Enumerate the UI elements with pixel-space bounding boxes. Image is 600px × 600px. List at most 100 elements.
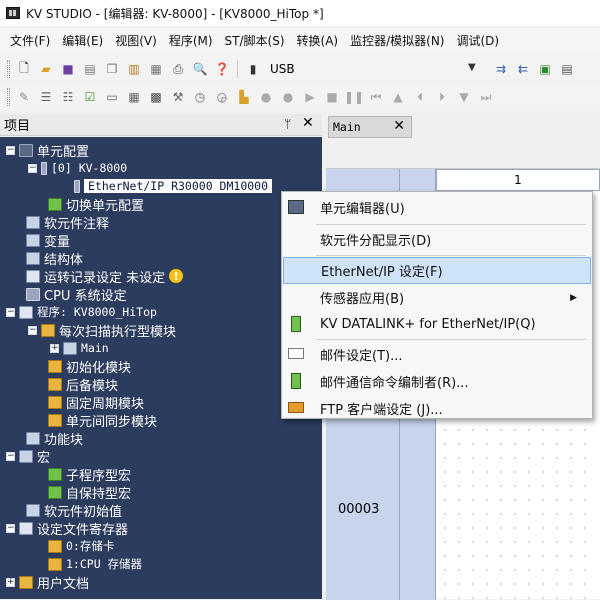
- tree-item-storage-card[interactable]: 0:存储卡: [48, 537, 114, 555]
- rewind-icon[interactable]: ⏮: [367, 88, 385, 106]
- tree-item-cpu-memory[interactable]: 1:CPU 存储器: [48, 555, 142, 573]
- menu-item-ethernet-ip-settings[interactable]: EtherNet/IP 设定(F): [283, 257, 591, 284]
- list-icon[interactable]: ☰: [37, 88, 55, 106]
- tree-item-program[interactable]: − 程序: KV8000_HiTop: [6, 303, 157, 321]
- menu-st-script[interactable]: ST/脚本(S): [219, 32, 291, 49]
- tree-item-device-comment[interactable]: 软元件注释: [26, 213, 110, 232]
- stop-icon[interactable]: ■: [323, 88, 341, 106]
- tree-item-label: 设定文件寄存器: [37, 522, 129, 538]
- collapse-icon[interactable]: −: [6, 523, 15, 533]
- paste-icon[interactable]: ▥: [125, 60, 143, 78]
- collapse-icon[interactable]: −: [6, 307, 15, 317]
- collapse-icon[interactable]: −: [28, 163, 37, 173]
- tree-item-label: 程序: KV8000_HiTop: [37, 305, 157, 319]
- list-numbered-icon[interactable]: ☷: [59, 88, 77, 106]
- step-back-icon[interactable]: ⏴: [411, 88, 429, 106]
- menu-item-kv-datalink[interactable]: KV DATALINK+ for EtherNet/IP(Q): [283, 311, 591, 338]
- tree-item-file-register[interactable]: − 设定文件寄存器: [6, 519, 129, 538]
- chevron-down-icon[interactable]: ▼: [468, 62, 476, 73]
- toolbar-grip[interactable]: [7, 60, 10, 78]
- pin-icon[interactable]: ᛘ: [284, 117, 291, 131]
- step-down-icon[interactable]: ▼: [455, 88, 473, 106]
- tree-item-every-scan[interactable]: − 每次扫描执行型模块: [28, 321, 176, 340]
- fast-forward-icon[interactable]: ⏭: [477, 88, 495, 106]
- menu-item-device-allocation[interactable]: 软元件分配显示(D): [283, 226, 591, 253]
- tree-item-macro[interactable]: − 宏: [6, 447, 50, 466]
- device-icon[interactable]: ▩: [147, 88, 165, 106]
- new-file-icon[interactable]: 🗋: [15, 60, 33, 78]
- step-forward-icon[interactable]: ⏵: [433, 88, 451, 106]
- tree-item-structure[interactable]: 结构体: [26, 249, 83, 268]
- tree-item-run-record[interactable]: 运转记录设定 未设定 !: [26, 267, 184, 286]
- tree-item-main[interactable]: + Main: [50, 339, 109, 357]
- tree-item-self-hold-macro[interactable]: 自保持型宏: [48, 483, 131, 502]
- print-preview-icon[interactable]: ▦: [147, 60, 165, 78]
- tree-item-user-docs[interactable]: + 用户文档: [6, 573, 89, 592]
- menu-file[interactable]: 文件(F): [4, 32, 56, 49]
- print-icon[interactable]: ⎙: [169, 60, 187, 78]
- checklist-icon[interactable]: ☑: [81, 88, 99, 106]
- record-alt-icon[interactable]: ●: [279, 88, 297, 106]
- tree-item-init-module[interactable]: 初始化模块: [48, 357, 131, 376]
- zoom-icon[interactable]: 🔍: [191, 60, 209, 78]
- highlight-icon[interactable]: ▙: [235, 88, 253, 106]
- read-from-plc-icon[interactable]: ⇇: [514, 60, 532, 78]
- menu-view[interactable]: 视图(V): [109, 32, 163, 49]
- tree-item-variable[interactable]: 变量: [26, 231, 70, 250]
- play-icon[interactable]: ▶: [301, 88, 319, 106]
- tree-item-label: 软元件注释: [44, 216, 110, 232]
- connection-select[interactable]: USB: [270, 62, 295, 76]
- save-icon[interactable]: ■: [59, 60, 77, 78]
- menu-item-ftp-client[interactable]: FTP 客户端设定 (J)...: [283, 395, 591, 422]
- tree-item-unit-slot[interactable]: − [0] KV-8000: [28, 159, 127, 177]
- plc-icon[interactable]: ▮: [244, 60, 262, 78]
- close-icon[interactable]: ✕: [302, 115, 314, 131]
- timer-settings-icon[interactable]: ◶: [213, 88, 231, 106]
- tree-item-interunit-sync[interactable]: 单元间同步模块: [48, 411, 157, 430]
- timer-icon[interactable]: ◷: [191, 88, 209, 106]
- tree-item-label: 固定周期模块: [66, 396, 145, 412]
- tree-item-standby-module[interactable]: 后备模块: [48, 375, 118, 394]
- tool-icon[interactable]: ⚒: [169, 88, 187, 106]
- tree-item-fixed-period[interactable]: 固定周期模块: [48, 393, 145, 412]
- toolbar-grip[interactable]: [7, 88, 10, 106]
- tab-main[interactable]: Main ✕: [328, 116, 412, 138]
- close-icon[interactable]: ✕: [393, 118, 405, 134]
- menu-program[interactable]: 程序(M): [163, 32, 219, 49]
- verify-icon[interactable]: ▣: [536, 60, 554, 78]
- menu-item-sensor-app[interactable]: 传感器应用(B) ▶: [283, 284, 591, 311]
- edit-mode-icon[interactable]: ✎: [15, 88, 33, 106]
- tree-item-cpu-settings[interactable]: CPU 系统设定: [26, 285, 127, 304]
- monitor-icon[interactable]: ▤: [558, 60, 576, 78]
- tree-item-sub-macro[interactable]: 子程序型宏: [48, 465, 131, 484]
- help-icon[interactable]: ❓: [213, 60, 231, 78]
- tree-item-label: 0:存储卡: [66, 539, 115, 553]
- step-up-icon[interactable]: ▲: [389, 88, 407, 106]
- window-icon[interactable]: ▭: [103, 88, 121, 106]
- transfer-to-plc-icon[interactable]: ⇉: [492, 60, 510, 78]
- menu-convert[interactable]: 转换(A): [291, 32, 345, 49]
- expand-icon[interactable]: +: [50, 343, 59, 353]
- open-folder-icon[interactable]: ▰: [37, 60, 55, 78]
- copy-icon[interactable]: ❐: [103, 60, 121, 78]
- collapse-icon[interactable]: −: [28, 325, 37, 335]
- menu-item-mail-settings[interactable]: 邮件设定(T)...: [283, 341, 591, 368]
- expand-icon[interactable]: +: [6, 577, 15, 587]
- menu-item-unit-editor[interactable]: 单元编辑器(U): [283, 194, 591, 221]
- tree-item-unit-config[interactable]: − 单元配置: [6, 141, 89, 160]
- tree-item-function-block[interactable]: 功能块: [26, 429, 83, 448]
- config-icon[interactable]: ▤: [81, 60, 99, 78]
- pause-icon[interactable]: ❚❚: [344, 88, 364, 106]
- record-icon[interactable]: ●: [257, 88, 275, 106]
- grid-icon[interactable]: ▦: [125, 88, 143, 106]
- tree-item-ethernet-ip[interactable]: EtherNet/IP R30000 DM10000: [74, 177, 273, 195]
- collapse-icon[interactable]: −: [6, 145, 15, 155]
- menu-debug[interactable]: 调试(D): [450, 32, 505, 49]
- menu-item-mail-command[interactable]: 邮件通信命令编制者(R)...: [283, 368, 591, 395]
- menu-monitor[interactable]: 监控器/模拟器(N): [344, 32, 450, 49]
- folder-icon: [48, 377, 62, 391]
- tree-item-switch-unit[interactable]: 切换单元配置: [48, 195, 144, 214]
- menu-edit[interactable]: 编辑(E): [56, 32, 109, 49]
- tree-item-device-initial[interactable]: 软元件初始值: [26, 501, 122, 520]
- collapse-icon[interactable]: −: [6, 451, 15, 461]
